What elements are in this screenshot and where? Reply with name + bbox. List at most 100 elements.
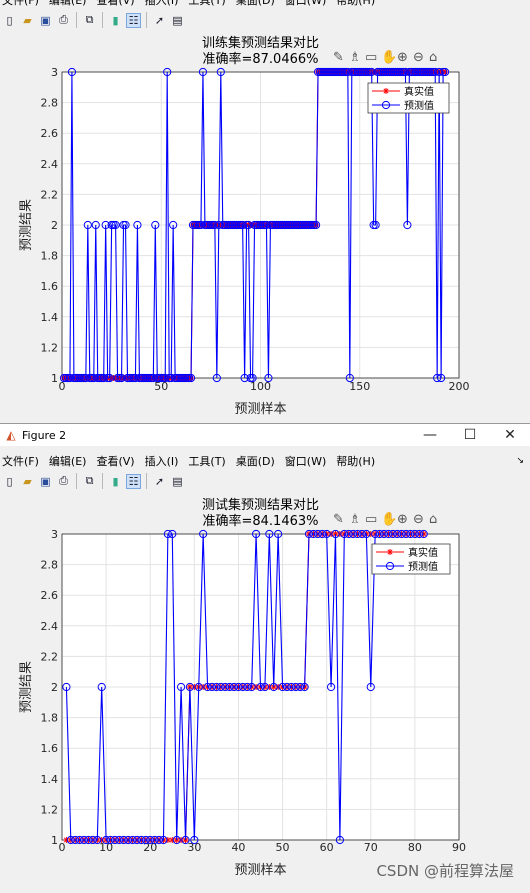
x-tick-label: 0 [59, 841, 66, 854]
y-tick-label: 1 [51, 372, 58, 385]
new-figure-icon[interactable]: ▯ [2, 474, 17, 489]
home-icon[interactable]: ⌂ [429, 50, 437, 65]
menu-file[interactable]: 文件(F) [2, 0, 39, 8]
property-editor-icon[interactable]: ▤ [170, 474, 185, 489]
data-tips-icon[interactable]: ♗ [349, 512, 361, 527]
figure2-titlebar: ◭ Figure 2 — ☐ ✕ [0, 424, 530, 446]
x-tick-label: 40 [231, 841, 245, 854]
chart-title: 测试集预测结果对比 [202, 497, 319, 513]
open-file-icon[interactable]: ▰ [20, 474, 35, 489]
x-tick-label: 80 [408, 841, 422, 854]
colorbar-icon[interactable]: ▮ [108, 474, 123, 489]
x-axis-label: 预测样本 [234, 402, 286, 417]
menu-edit[interactable]: 编辑(E) [49, 0, 87, 8]
save-icon[interactable]: ▣ [38, 474, 53, 489]
print-icon[interactable]: ⎙ [56, 13, 71, 28]
y-tick-label: 2.4 [41, 158, 59, 171]
menu-window[interactable]: 窗口(W) [285, 453, 326, 469]
menu-help[interactable]: 帮助(H) [336, 453, 375, 469]
x-tick-label: 150 [349, 380, 370, 393]
save-icon[interactable]: ▣ [38, 13, 53, 28]
open-file-icon[interactable]: ▰ [20, 13, 35, 28]
menu-tools[interactable]: 工具(T) [188, 0, 225, 8]
legend-label: 真实值 [408, 546, 438, 559]
brush-icon[interactable]: ✎ [333, 512, 344, 527]
x-tick-label: 50 [276, 841, 290, 854]
close-button[interactable]: ✕ [490, 427, 530, 443]
menu-insert[interactable]: 插入(I) [145, 0, 179, 8]
menu-edit[interactable]: 编辑(E) [49, 453, 87, 469]
menu-insert[interactable]: 插入(I) [145, 453, 179, 469]
zoom-out-icon[interactable]: ⊖ [413, 512, 424, 527]
y-tick-label: 3 [51, 528, 58, 541]
x-tick-label: 200 [449, 380, 470, 393]
menu-desktop[interactable]: 桌面(D) [236, 453, 275, 469]
maximize-button[interactable]: ☐ [450, 427, 490, 443]
menu-help[interactable]: 帮助(H) [336, 0, 375, 8]
figure1-canvas: 0 50 100 150 200 1 1.2 1.4 1.6 1.8 2 2.2 2.4 2.6 2.8 3 训… [0, 33, 530, 422]
toolbar-separator [146, 473, 147, 489]
figure1-menubar: 文件(F) 编辑(E) 查看(V) 插入(I) 工具(T) 桌面(D) 窗口(W… [0, 0, 522, 9]
zoom-in-icon[interactable]: ⊕ [397, 50, 408, 65]
zoom-in-icon[interactable]: ⊕ [397, 512, 408, 527]
print-icon[interactable]: ⎙ [56, 474, 71, 489]
link-plot-icon[interactable]: ⧉ [82, 13, 97, 28]
new-figure-icon[interactable]: ▯ [2, 13, 17, 28]
chart-subtitle: 准确率=84.1463% [202, 513, 318, 529]
brush-icon[interactable]: ✎ [333, 50, 344, 65]
y-axis-label: 预测结果 [19, 199, 34, 251]
y-tick-label: 2 [51, 681, 58, 694]
menu-file[interactable]: 文件(F) [2, 453, 39, 469]
colorbar-icon[interactable]: ▮ [108, 13, 123, 28]
y-tick-label: 3 [51, 66, 58, 79]
train-chart: 0 50 100 150 20011.21.41.61.822.22.42.62.83训… [19, 35, 470, 417]
chart-subtitle: 准确率=87.0466% [202, 51, 318, 67]
legend[interactable]: 真实值预测值 [367, 82, 450, 114]
restore-view-icon[interactable]: ▭ [365, 512, 377, 527]
link-plot-icon[interactable]: ⧉ [82, 474, 97, 489]
x-tick-label: 90 [452, 841, 466, 854]
y-tick-label: 1.4 [41, 773, 59, 786]
y-tick-label: 1.2 [41, 803, 59, 816]
menu-view[interactable]: 查看(V) [96, 453, 134, 469]
x-tick-label: 70 [364, 841, 378, 854]
legend-label: 真实值 [404, 85, 434, 98]
pointer-icon[interactable]: ➚ [152, 474, 167, 489]
minimize-button[interactable]: — [410, 427, 450, 443]
y-tick-label: 2.2 [41, 650, 59, 663]
menu-window[interactable]: 窗口(W) [285, 0, 326, 8]
legend-icon[interactable]: ☷ [126, 473, 141, 489]
toolbar-separator [76, 12, 77, 28]
legend-icon[interactable]: ☷ [126, 12, 141, 28]
pan-icon[interactable]: ✋ [381, 511, 397, 527]
pan-icon[interactable]: ✋ [381, 49, 397, 65]
y-tick-label: 2.8 [41, 97, 59, 110]
x-tick-label: 30 [187, 841, 201, 854]
menu-tools[interactable]: 工具(T) [188, 453, 225, 469]
y-axis-label: 预测结果 [19, 661, 34, 713]
y-tick-label: 1.6 [41, 742, 59, 755]
zoom-out-icon[interactable]: ⊖ [413, 50, 424, 65]
y-tick-label: 2 [51, 219, 58, 232]
test-chart: 0 10 20 30 40 50 60 70 80 9011.21.41.61.822.22.42… [19, 497, 466, 878]
toolbar-separator [102, 473, 103, 489]
figure2-toolbar: ▯ ▰ ▣ ⎙ ⧉ ▮ ☷ ➚ ▤ [0, 470, 530, 492]
dock-arrow-icon[interactable]: ↘ [516, 456, 524, 466]
pointer-icon[interactable]: ➚ [152, 13, 167, 28]
axes-toolbar: ✎ ♗ ▭ ✋ ⊕ ⊖ ⌂ [333, 511, 437, 527]
y-tick-label: 1.6 [41, 280, 59, 293]
property-editor-icon[interactable]: ▤ [170, 13, 185, 28]
menu-desktop[interactable]: 桌面(D) [236, 0, 275, 8]
y-tick-label: 1.4 [41, 311, 59, 324]
restore-view-icon[interactable]: ▭ [365, 50, 377, 65]
x-axis-label: 预测样本 [234, 863, 286, 878]
figure2-canvas: 0 10 20 30 40 50 60 70 80 90 1 1.2 1.4 1.6 1.8 2 2.2 2.4 2… [0, 496, 530, 889]
menu-view[interactable]: 查看(V) [96, 0, 134, 8]
y-tick-label: 1 [51, 834, 58, 847]
axes-toolbar: ✎ ♗ ▭ ✋ ⊕ ⊖ ⌂ [333, 49, 437, 65]
matlab-logo-icon: ◭ [6, 428, 16, 442]
legend[interactable]: 真实值预测值 [371, 543, 451, 575]
y-tick-label: 2.2 [41, 188, 59, 201]
data-tips-icon[interactable]: ♗ [349, 50, 361, 65]
home-icon[interactable]: ⌂ [429, 512, 437, 527]
